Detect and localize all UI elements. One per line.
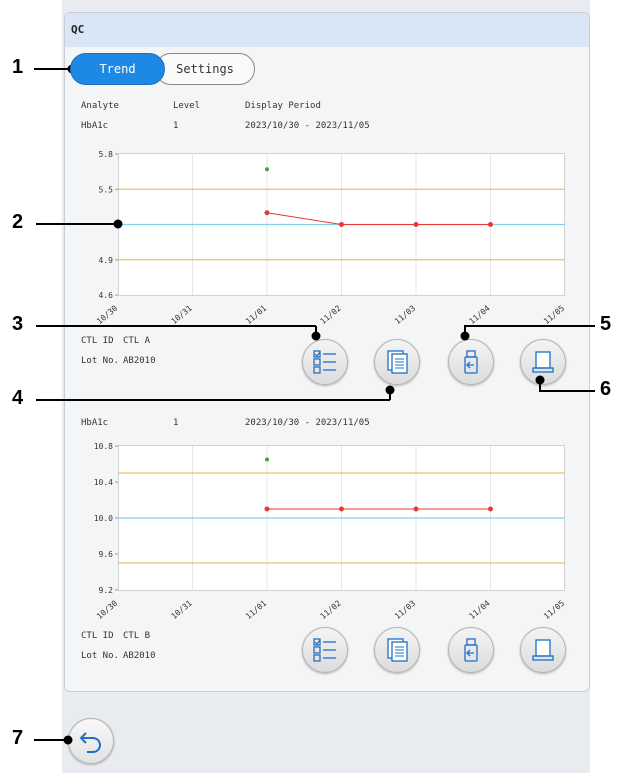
qc-panel: QC Settings Trend Analyte Level Display … — [64, 12, 590, 692]
ctl-id-value-2: CTL B — [123, 631, 151, 641]
callout-7: 7 — [12, 727, 24, 749]
ctl-id-label-2: CTL ID — [81, 631, 114, 641]
callout-4: 4 — [12, 387, 24, 409]
x-tick-label: 10/31 — [170, 599, 194, 621]
y-tick-label: 10.8 — [94, 442, 113, 451]
y-tick-label: 10.4 — [94, 478, 113, 487]
usb-export-button-2[interactable] — [448, 627, 494, 673]
x-tick-label: 11/05 — [542, 599, 566, 621]
x-tick-label: 11/02 — [319, 599, 343, 621]
trend-chart-2: 10/30 10/31 11/01 11/02 11/03 11/04 11/05 10.8 1… — [94, 442, 567, 621]
callout-6: 6 — [600, 378, 612, 400]
x-tick-label: 11/03 — [393, 599, 417, 621]
list-icon — [313, 638, 336, 662]
print-icon — [532, 639, 554, 661]
data-point — [339, 506, 344, 512]
data-point — [488, 506, 493, 512]
callout-2: 2 — [12, 211, 24, 233]
lot-no-value-2: AB2010 — [123, 651, 156, 661]
callout-5: 5 — [600, 313, 612, 335]
x-tick-label: 11/01 — [244, 599, 268, 621]
usb-export-icon — [464, 638, 478, 662]
data-point — [413, 506, 419, 512]
qc-report-button-2[interactable] — [374, 627, 420, 673]
y-tick-label: 9.2 — [99, 586, 114, 595]
back-button[interactable] — [68, 718, 114, 764]
x-tick-label: 10/30 — [95, 599, 119, 621]
x-tick-label: 11/04 — [468, 599, 492, 621]
data-point — [264, 506, 270, 512]
qc-list-button-2[interactable] — [302, 627, 348, 673]
lot-no-label-2: Lot No. — [81, 651, 119, 661]
y-tick-label: 9.6 — [99, 550, 114, 559]
callout-1: 1 — [12, 56, 24, 78]
print-button-2[interactable] — [520, 627, 566, 673]
y-tick-label: 10.0 — [94, 514, 113, 523]
outlier-point — [265, 457, 269, 462]
back-arrow-icon — [79, 732, 101, 753]
callout-3: 3 — [12, 313, 24, 335]
tab-trend[interactable]: Trend — [70, 53, 165, 85]
document-icon — [387, 638, 408, 662]
